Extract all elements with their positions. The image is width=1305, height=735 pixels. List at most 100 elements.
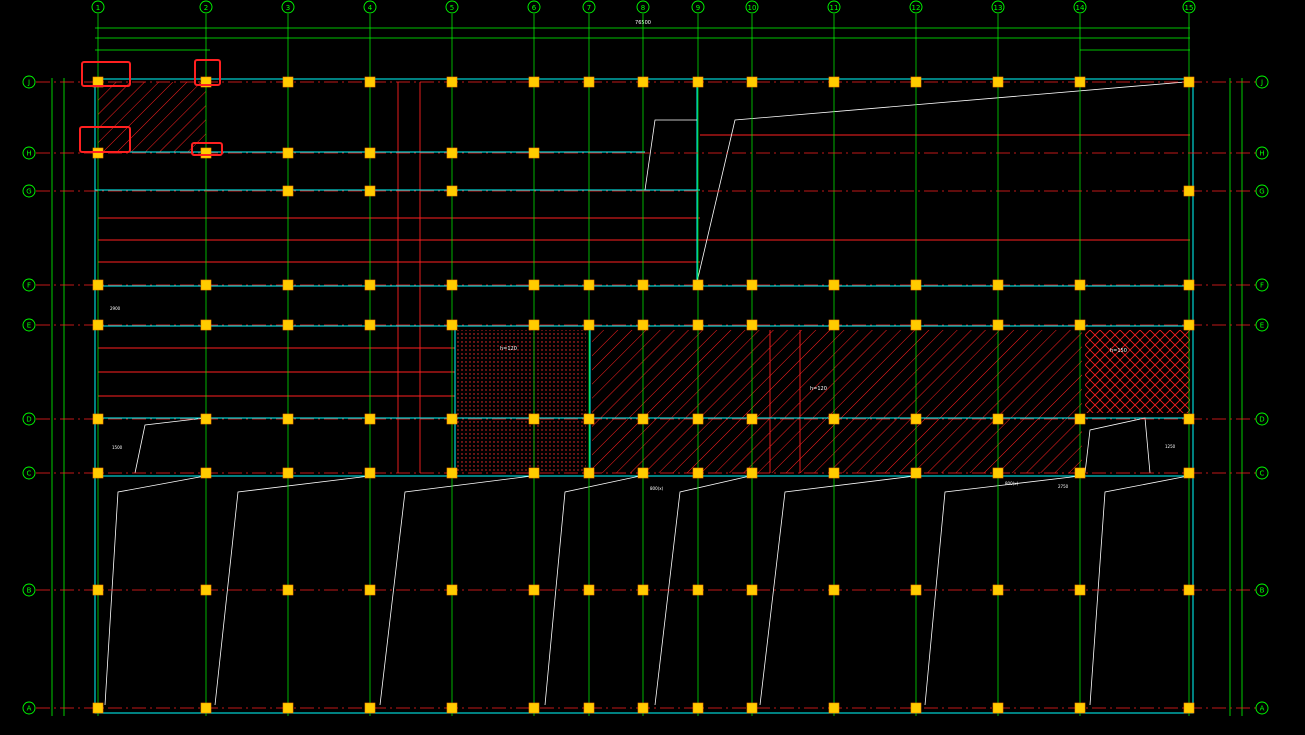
column-axis-label: 3 bbox=[286, 4, 290, 12]
structural-column bbox=[992, 76, 1004, 88]
structural-column bbox=[1183, 467, 1195, 479]
structural-column bbox=[692, 584, 704, 596]
structural-column bbox=[528, 319, 540, 331]
row-axis-label: J bbox=[27, 79, 30, 87]
row-axis-label: D bbox=[1259, 416, 1264, 424]
row-axis-label: C bbox=[27, 470, 32, 478]
structural-column bbox=[910, 76, 922, 88]
structural-column bbox=[992, 413, 1004, 425]
column-axis-label: 10 bbox=[748, 4, 757, 12]
structural-column bbox=[364, 319, 376, 331]
structural-column bbox=[1183, 319, 1195, 331]
structural-column bbox=[583, 467, 595, 479]
structural-column bbox=[282, 185, 294, 197]
column-axis-label: 15 bbox=[1185, 4, 1194, 12]
structural-column bbox=[528, 279, 540, 291]
structural-column bbox=[528, 147, 540, 159]
structural-column bbox=[692, 467, 704, 479]
structural-column bbox=[1183, 584, 1195, 596]
structural-column bbox=[446, 467, 458, 479]
structural-column bbox=[1074, 702, 1086, 714]
structural-column bbox=[282, 584, 294, 596]
row-axis-label: F bbox=[27, 282, 31, 290]
structural-column bbox=[200, 279, 212, 291]
structural-column bbox=[1074, 319, 1086, 331]
structural-column bbox=[637, 702, 649, 714]
column-axis-label: 2 bbox=[204, 4, 208, 12]
hatched-slab-zone-cross bbox=[1085, 330, 1190, 413]
structural-column bbox=[282, 467, 294, 479]
structural-column bbox=[200, 413, 212, 425]
column-axis-label: 6 bbox=[532, 4, 537, 12]
structural-column bbox=[746, 702, 758, 714]
structural-column bbox=[828, 76, 840, 88]
structural-floor-plan: 76500 1 2 3 4 5 6 7 8 9 10 11 12 13 14 1… bbox=[0, 0, 1305, 735]
structural-column bbox=[528, 467, 540, 479]
structural-column bbox=[364, 76, 376, 88]
structural-column bbox=[200, 584, 212, 596]
structural-column bbox=[200, 147, 212, 159]
column-axis-label: 4 bbox=[368, 4, 373, 12]
structural-column bbox=[828, 702, 840, 714]
structural-column bbox=[583, 584, 595, 596]
structural-column bbox=[583, 413, 595, 425]
structural-column bbox=[583, 319, 595, 331]
slab-label-c: h=120 bbox=[810, 386, 827, 392]
structural-column bbox=[746, 76, 758, 88]
structural-column bbox=[992, 702, 1004, 714]
structural-column bbox=[364, 279, 376, 291]
structural-column bbox=[910, 467, 922, 479]
row-axis-label: C bbox=[1260, 470, 1265, 478]
structural-column bbox=[583, 76, 595, 88]
row-axis-label: A bbox=[27, 705, 32, 713]
structural-column bbox=[828, 584, 840, 596]
row-axis-label: B bbox=[1260, 587, 1265, 595]
row-axis-label: F bbox=[1260, 282, 1264, 290]
structural-column bbox=[637, 279, 649, 291]
structural-column bbox=[92, 279, 104, 291]
structural-column bbox=[910, 279, 922, 291]
structural-column bbox=[528, 584, 540, 596]
structural-column bbox=[992, 584, 1004, 596]
structural-column bbox=[1074, 467, 1086, 479]
structural-column bbox=[92, 467, 104, 479]
structural-column bbox=[92, 702, 104, 714]
note-label-c: 800(x) bbox=[650, 486, 664, 491]
structural-column bbox=[992, 467, 1004, 479]
structural-column bbox=[637, 467, 649, 479]
structural-column bbox=[692, 279, 704, 291]
structural-column bbox=[200, 467, 212, 479]
structural-column bbox=[282, 413, 294, 425]
structural-column bbox=[1183, 279, 1195, 291]
structural-column bbox=[282, 279, 294, 291]
structural-column bbox=[1183, 185, 1195, 197]
structural-column bbox=[200, 319, 212, 331]
hatched-slab-zone-dotted bbox=[456, 330, 586, 473]
structural-column bbox=[364, 185, 376, 197]
structural-column bbox=[1183, 702, 1195, 714]
structural-column bbox=[364, 584, 376, 596]
row-axis-label: G bbox=[26, 188, 31, 196]
structural-column bbox=[446, 76, 458, 88]
structural-column bbox=[992, 279, 1004, 291]
structural-column bbox=[692, 702, 704, 714]
dim-label-1250: 1250 bbox=[1165, 444, 1176, 449]
row-axis-label: E bbox=[27, 322, 31, 330]
structural-column bbox=[828, 467, 840, 479]
structural-column bbox=[282, 702, 294, 714]
structural-column bbox=[446, 147, 458, 159]
structural-column bbox=[1183, 76, 1195, 88]
structural-column bbox=[910, 413, 922, 425]
structural-column bbox=[364, 147, 376, 159]
structural-column bbox=[282, 76, 294, 88]
structural-column bbox=[1183, 413, 1195, 425]
structural-column bbox=[528, 413, 540, 425]
structural-column bbox=[910, 584, 922, 596]
structural-column bbox=[828, 279, 840, 291]
structural-column bbox=[446, 413, 458, 425]
structural-column bbox=[692, 319, 704, 331]
structural-column bbox=[446, 185, 458, 197]
dim-label-2750: 2750 bbox=[1058, 484, 1069, 489]
column-axis-label: 13 bbox=[994, 4, 1003, 12]
row-axis-label: G bbox=[1259, 188, 1264, 196]
